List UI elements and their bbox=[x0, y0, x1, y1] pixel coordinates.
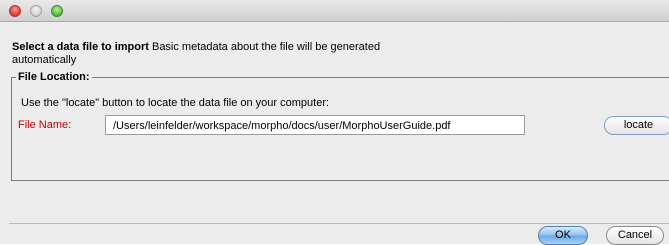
import-dialog-window: Select a data file to import Basic metad… bbox=[0, 0, 669, 245]
cancel-button[interactable]: Cancel bbox=[606, 226, 664, 245]
title-bar[interactable] bbox=[0, 0, 669, 22]
file-location-legend: File Location: bbox=[16, 71, 92, 84]
locate-instruction: Use the "locate" button to locate the da… bbox=[21, 97, 330, 109]
locate-button[interactable]: locate bbox=[604, 116, 669, 135]
file-name-input[interactable] bbox=[105, 115, 525, 135]
zoom-window-button[interactable] bbox=[51, 5, 63, 17]
file-location-group: File Location: Use the "locate" button t… bbox=[11, 71, 669, 181]
dialog-content: Select a data file to import Basic metad… bbox=[9, 22, 669, 223]
ok-button[interactable]: OK bbox=[538, 226, 588, 245]
heading-bold-text: Select a data file to import bbox=[12, 41, 149, 53]
close-window-button[interactable] bbox=[9, 5, 21, 17]
minimize-window-button[interactable] bbox=[30, 5, 42, 17]
dialog-heading: Select a data file to import Basic metad… bbox=[12, 41, 442, 67]
file-name-label: File Name: bbox=[18, 119, 72, 131]
footer-divider bbox=[9, 223, 669, 224]
